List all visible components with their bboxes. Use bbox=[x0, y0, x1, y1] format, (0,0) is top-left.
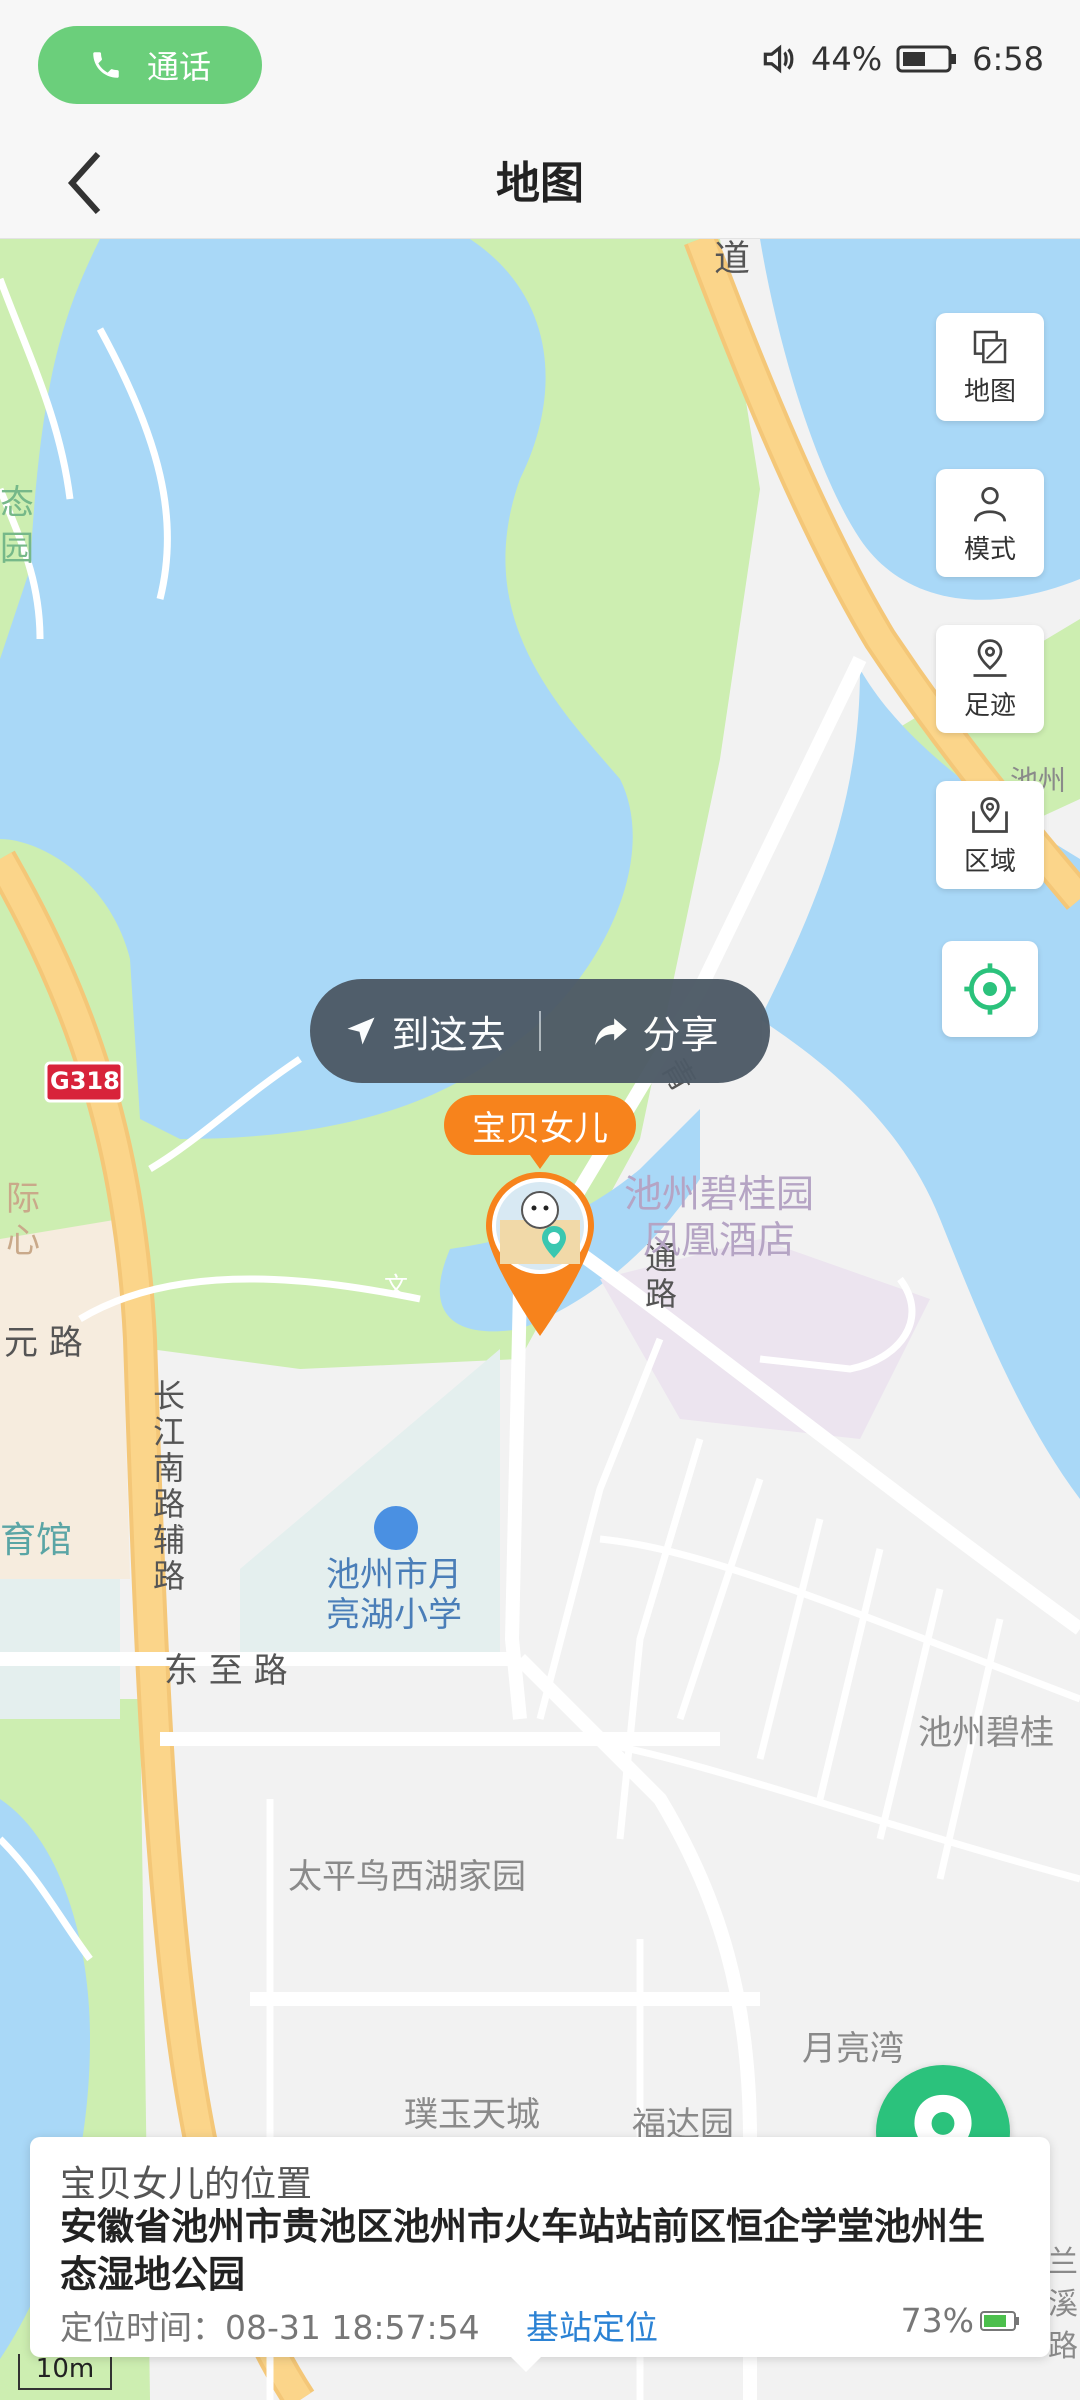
road-label-changjiang: 长江南路辅路 bbox=[148, 1379, 186, 1595]
hotel-label: 池州碧桂园 凤凰酒店 bbox=[624, 1171, 814, 1263]
school-label: 池州市月 亮湖小学 bbox=[326, 1555, 462, 1635]
navigate-here-label: 到这去 bbox=[391, 1012, 506, 1057]
marker-action-bubble: 到这去 分享 bbox=[310, 979, 770, 1083]
hotel-label-line1: 池州碧桂园 bbox=[624, 1172, 815, 1216]
yueliangwan-label: 月亮湾 bbox=[802, 2029, 904, 2069]
device-battery: 73% bbox=[901, 2301, 1020, 2340]
hotel-label-line2: 凤凰酒店 bbox=[643, 1218, 796, 1262]
status-bar: 通话 44% 6:58 bbox=[0, 0, 1080, 130]
marker-name-badge: 宝贝女儿 bbox=[444, 1095, 636, 1169]
puyu-label: 璞玉天城 bbox=[404, 2095, 540, 2135]
map-layer-label: 地图 bbox=[963, 376, 1016, 407]
label-yuan: 园 bbox=[0, 529, 34, 569]
area-label: 区域 bbox=[963, 846, 1016, 877]
crosshair-icon bbox=[964, 963, 1016, 1015]
share-arrow-icon bbox=[595, 1018, 628, 1046]
label-xi: 溪 bbox=[1048, 2287, 1078, 2322]
speaker-icon bbox=[763, 44, 794, 74]
mode-button[interactable]: 模式 bbox=[936, 469, 1044, 577]
label-tai: 态 bbox=[0, 483, 34, 523]
battery-icon bbox=[896, 45, 957, 73]
info-card-address: 安徽省池州市贵池区池州市火车站站前区恒企学堂池州生态湿地公园 bbox=[60, 2205, 985, 2296]
share-label: 分享 bbox=[642, 1012, 719, 1057]
phone-icon bbox=[93, 52, 119, 78]
person-icon bbox=[973, 486, 1007, 522]
area-button[interactable]: 区域 bbox=[936, 781, 1044, 889]
g318-shield-label: G318 bbox=[50, 1067, 120, 1095]
navigate-here-button[interactable]: 到这去 bbox=[310, 1004, 539, 1059]
location-method-link[interactable]: 基站定位 bbox=[526, 2301, 658, 2349]
road-label-yuan: 元 路 bbox=[4, 1323, 83, 1363]
layers-icon bbox=[973, 330, 1007, 363]
footprint-label: 足迹 bbox=[963, 690, 1016, 721]
call-button[interactable]: 通话 bbox=[38, 26, 262, 104]
footprint-button[interactable]: 足迹 bbox=[936, 625, 1044, 733]
info-card-title: 宝贝女儿的位置 bbox=[60, 2164, 313, 2205]
footprint-pin-icon bbox=[973, 638, 1007, 677]
label-xin: 心 bbox=[6, 1221, 40, 1261]
road-label-dao: 道 bbox=[708, 239, 749, 279]
status-indicators: 44% 6:58 bbox=[759, 40, 1044, 78]
location-time: 定位时间：08-31 18:57:54 bbox=[60, 2308, 480, 2347]
school-label-line2: 亮湖小学 bbox=[326, 1595, 462, 1635]
clock: 6:58 bbox=[972, 40, 1044, 78]
header: 地图 bbox=[0, 130, 1080, 239]
label-lu: 路 bbox=[1048, 2329, 1078, 2364]
gym-label: 育馆 bbox=[0, 1520, 73, 1561]
map-scale: 10m bbox=[18, 2354, 112, 2390]
location-info-card[interactable]: 宝贝女儿的位置 安徽省池州市贵池区池州市火车站站前区恒企学堂池州生态湿地公园 定… bbox=[30, 2137, 1050, 2357]
taiping-label: 太平鸟西湖家园 bbox=[288, 1857, 526, 1897]
road-label-dongzhi: 东 至 路 bbox=[164, 1651, 288, 1691]
card-pointer bbox=[508, 2354, 544, 2372]
battery-percent: 44% bbox=[811, 40, 883, 78]
navigation-arrow-icon bbox=[347, 1017, 375, 1045]
label-lan: 兰 bbox=[1048, 2245, 1078, 2280]
mode-label: 模式 bbox=[963, 534, 1016, 565]
page-title: 地图 bbox=[496, 158, 584, 209]
battery-icon bbox=[980, 2310, 1019, 2331]
share-button[interactable]: 分享 bbox=[541, 1004, 770, 1059]
locate-button[interactable] bbox=[942, 941, 1038, 1037]
marker-name: 宝贝女儿 bbox=[472, 1108, 608, 1149]
biguiyuan-right-label: 池州碧桂 bbox=[918, 1713, 1054, 1753]
call-label: 通话 bbox=[146, 48, 211, 86]
school-label-line1: 池州市月 bbox=[326, 1555, 462, 1595]
map-layer-button[interactable]: 地图 bbox=[936, 313, 1044, 421]
school-icon: 文 bbox=[384, 1272, 408, 1300]
child-location-marker[interactable] bbox=[482, 1168, 598, 1340]
area-pin-icon bbox=[972, 796, 1008, 833]
device-battery-percent: 73% bbox=[900, 2301, 974, 2340]
